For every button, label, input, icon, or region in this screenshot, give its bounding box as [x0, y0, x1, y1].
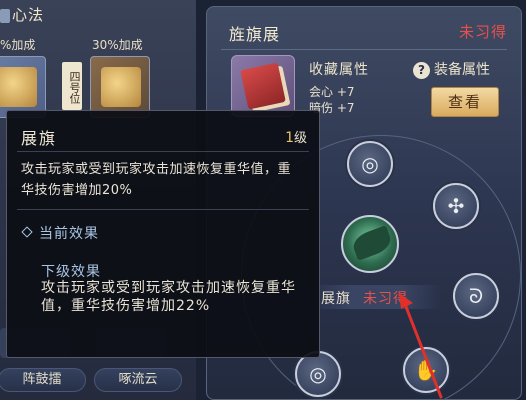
next-effect-description: 攻击玩家或受到玩家攻击加速恢复重华值，重华技伤害增加22% [41, 280, 296, 314]
skill-card-2[interactable] [90, 56, 150, 118]
equip-attr-label: 装备属性 [434, 62, 490, 78]
tooltip-level-unit: 级 [293, 131, 307, 146]
skill-card-1[interactable] [0, 56, 46, 118]
tooltip-title: 展旗 [21, 129, 58, 148]
red-arrow-icon [399, 293, 443, 399]
collect-attr-label: 收藏属性 [309, 62, 369, 78]
skill-tooltip: 展旗 1级 攻击玩家或受到玩家攻击加速恢复重华值，重华技伤害增加20% 当前效果… [6, 110, 320, 358]
scroll-icon [0, 67, 37, 107]
knot-rune-icon[interactable]: ✣ [433, 183, 479, 229]
spiral-rune-icon[interactable]: ᘐ [453, 273, 499, 319]
divider [221, 49, 507, 50]
banner-item-icon[interactable] [231, 55, 295, 117]
tooltip-description: 攻击玩家或受到玩家攻击加速恢复重华值，重华技伤害增加20% [21, 162, 292, 198]
banner-status: 未习得 [458, 23, 507, 41]
skill-button-2[interactable]: 啄流云 [94, 368, 182, 392]
diamond-icon [21, 226, 33, 238]
current-effect: 当前效果 [21, 223, 99, 243]
scroll-icon [101, 67, 141, 107]
next-effect-title: 下级效果 [41, 264, 101, 280]
divider [17, 151, 309, 152]
center-skill-node[interactable] [341, 215, 399, 273]
tooltip-level-num: 1 [285, 130, 294, 146]
skill-button-1[interactable]: 阵鼓擂 [0, 368, 86, 392]
left-panel-title: 心法 [0, 4, 44, 25]
slot-tag: 四号位 [62, 62, 82, 110]
eye-rune-icon[interactable]: ◎ [347, 141, 393, 187]
stat-crit: 会心 +7 [309, 85, 355, 99]
bonus-left: %加成 [0, 38, 36, 52]
banner-title: 旌旗展 [229, 25, 281, 44]
book-icon [240, 62, 286, 110]
center-skill-name: 展旗 [321, 291, 351, 307]
divider [17, 209, 309, 210]
tooltip-level: 1级 [285, 127, 307, 146]
equip-attr[interactable]: ? 装备属性 [413, 59, 490, 79]
left-panel-title-text: 心法 [12, 6, 45, 24]
help-icon[interactable]: ? [413, 61, 430, 79]
bonus-right: 30%加成 [92, 38, 143, 52]
current-effect-label: 当前效果 [39, 226, 99, 242]
leaf-icon [350, 225, 394, 261]
section-icon [0, 8, 10, 23]
view-button[interactable]: 查看 [431, 87, 499, 117]
